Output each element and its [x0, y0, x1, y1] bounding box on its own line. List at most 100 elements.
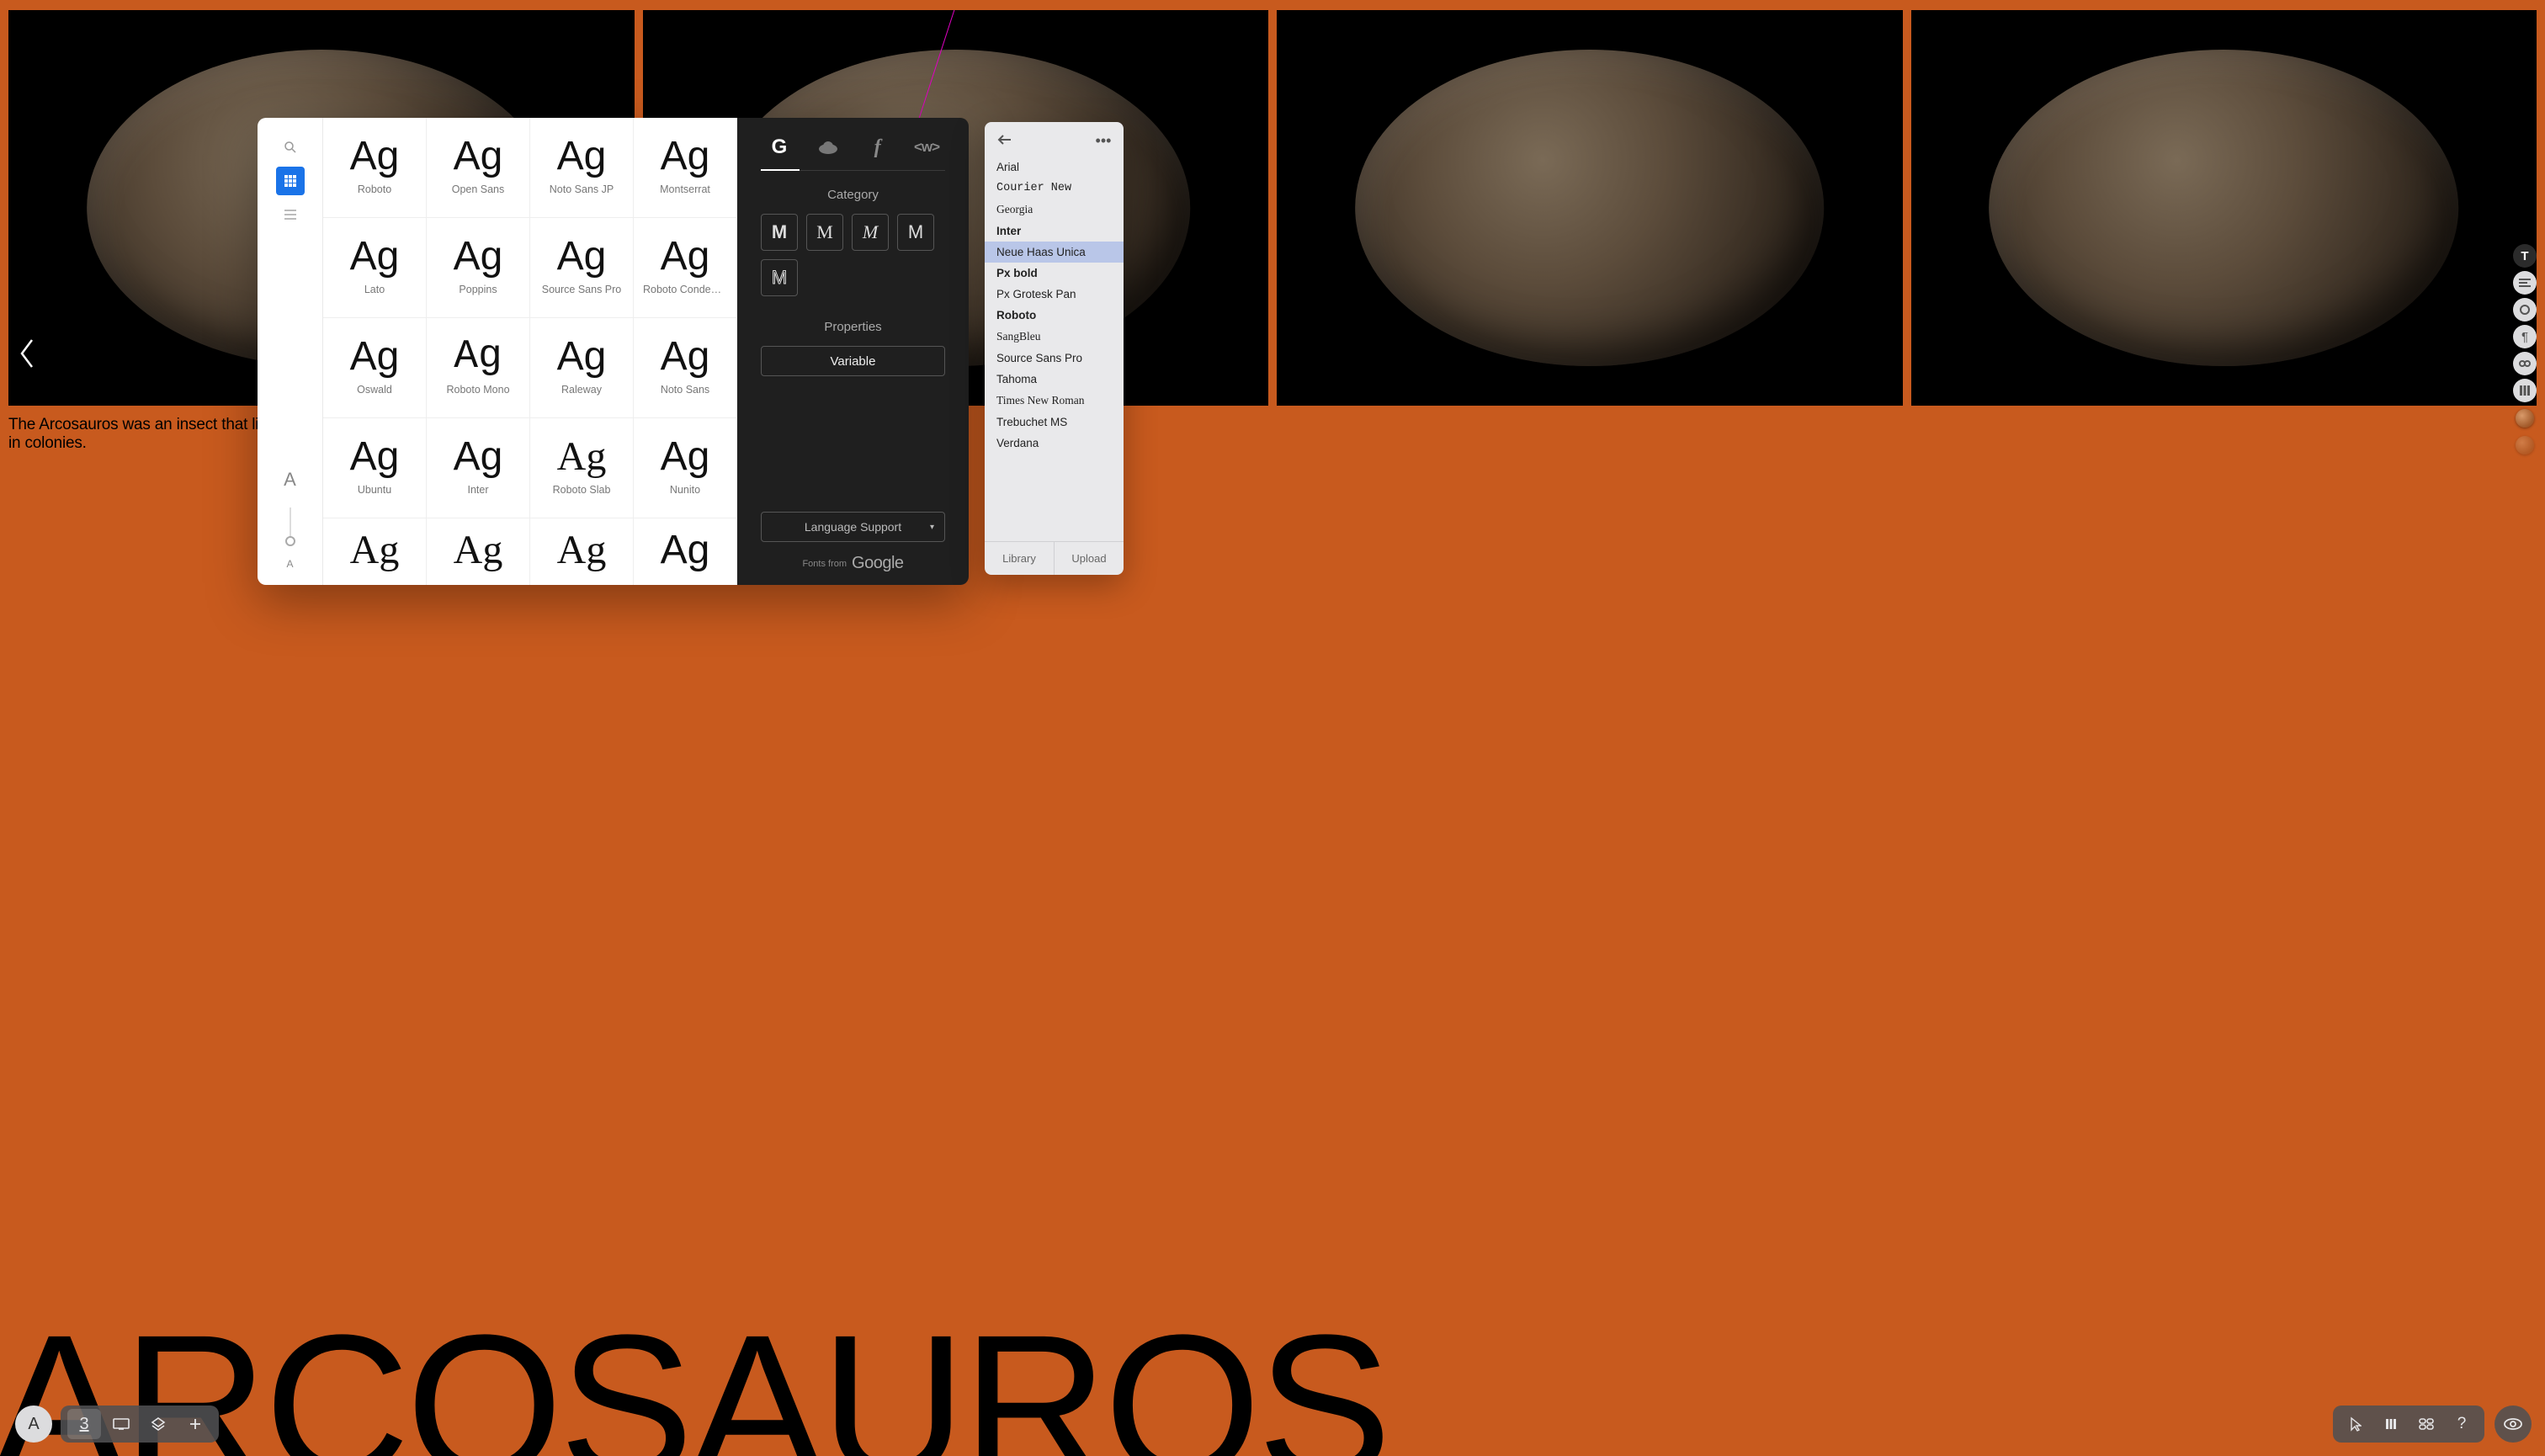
font-tile[interactable]: AgRoboto Slab — [530, 418, 634, 518]
font-name-label: Roboto Slab — [553, 484, 611, 496]
canvas-image-3[interactable] — [1277, 10, 1903, 406]
category-filter-button[interactable]: M — [897, 214, 934, 251]
add-button[interactable] — [178, 1409, 212, 1439]
font-sample: Ag — [661, 136, 710, 177]
font-list-item[interactable]: Courier New — [985, 178, 1124, 199]
font-grid-view-button[interactable] — [276, 167, 305, 195]
font-tile[interactable]: AgSource Sans Pro — [530, 218, 634, 318]
source-function-tab[interactable]: f — [859, 133, 896, 162]
font-sample: Ag — [557, 136, 607, 177]
font-list-item[interactable]: Neue Haas Unica — [985, 242, 1124, 263]
font-list-view-button[interactable] — [276, 200, 305, 229]
font-sample: Ag — [557, 337, 607, 377]
align-tool-button[interactable] — [2513, 271, 2537, 295]
font-sample: Ag — [350, 136, 400, 177]
columns-tool-button[interactable] — [2513, 379, 2537, 402]
font-tile[interactable]: AgPlayfair Display — [323, 518, 427, 585]
font-tile[interactable]: AgNoto Sans — [634, 318, 737, 418]
font-name-label: Inter — [467, 484, 488, 496]
font-list-item[interactable]: Verdana — [985, 433, 1124, 454]
page-indicator-button[interactable]: 3 — [67, 1409, 101, 1439]
font-tile[interactable]: AgNunito — [634, 418, 737, 518]
font-list-items: ArialCourier NewGeorgiaInterNeue Haas Un… — [985, 157, 1124, 541]
font-search-button[interactable] — [276, 133, 305, 162]
language-support-select[interactable]: Language Support — [761, 512, 945, 542]
text-mode-button[interactable]: A — [15, 1406, 52, 1443]
source-cloud-tab[interactable] — [810, 133, 847, 162]
cursor-tool-button[interactable] — [2340, 1409, 2372, 1439]
font-name-label: Ubuntu — [358, 484, 391, 496]
font-tile[interactable]: AgMontserrat — [634, 118, 737, 218]
text-tools-rail: T ¶ — [2513, 244, 2537, 456]
font-name-label: Open Sans — [452, 183, 505, 195]
font-list-item[interactable]: Inter — [985, 221, 1124, 242]
font-library-button[interactable]: Library — [985, 542, 1055, 575]
font-tile[interactable]: Ag Inter — [427, 418, 530, 518]
font-list-item[interactable]: Tahoma — [985, 369, 1124, 390]
br-columns-button[interactable] — [2375, 1409, 2407, 1439]
font-list-item[interactable]: Px Grotesk Pan — [985, 284, 1124, 305]
font-tile[interactable]: AgRoboto Condensed — [634, 218, 737, 318]
font-sample: Ag — [350, 236, 400, 277]
color-swatch-secondary[interactable] — [2516, 436, 2534, 454]
font-sample: Ag — [454, 337, 502, 377]
text-tool-button[interactable]: T — [2513, 244, 2537, 268]
font-tile[interactable]: AgRaleway — [530, 318, 634, 418]
preview-size-slider[interactable]: A A — [284, 469, 296, 585]
font-list-more-button[interactable]: ••• — [1093, 132, 1113, 150]
font-picker-browser: A A AgRobotoAgOpen SansAgNoto Sans JPAgM… — [258, 118, 737, 585]
font-tile[interactable]: AgPoppins — [427, 218, 530, 318]
font-list-item[interactable]: Source Sans Pro — [985, 348, 1124, 369]
font-name-label: Roboto — [358, 183, 391, 195]
font-tile[interactable]: AgNoto Sans JP — [530, 118, 634, 218]
category-filter-button[interactable]: M — [852, 214, 889, 251]
font-tile[interactable]: AgOswald — [323, 318, 427, 418]
variable-filter-button[interactable]: Variable — [761, 346, 945, 376]
paragraph-tool-button[interactable]: ¶ — [2513, 325, 2537, 348]
font-source-tabs: G f <w> — [761, 133, 945, 170]
components-button[interactable] — [2410, 1409, 2442, 1439]
font-tile[interactable]: AgMerriweather — [427, 518, 530, 585]
font-tile[interactable]: AgUbuntu — [323, 418, 427, 518]
font-list-item[interactable]: Arial — [985, 157, 1124, 178]
font-sample: Ag — [661, 337, 710, 377]
link-tool-button[interactable] — [2513, 352, 2537, 375]
font-tile[interactable]: AgLato — [323, 218, 427, 318]
layers-button[interactable] — [141, 1409, 175, 1439]
font-tile[interactable]: Ag Open Sans — [427, 118, 530, 218]
preview-button[interactable] — [2495, 1406, 2532, 1443]
size-large-icon: A — [284, 469, 296, 491]
color-swatch-primary[interactable] — [2516, 409, 2534, 428]
font-sample: Ag — [454, 530, 503, 571]
help-button[interactable]: ? — [2446, 1409, 2478, 1439]
device-preview-button[interactable] — [104, 1409, 138, 1439]
category-filter-button[interactable]: M — [761, 259, 798, 296]
font-sample: Ag — [454, 136, 503, 177]
font-list-item[interactable]: Georgia — [985, 199, 1124, 221]
font-list-item[interactable]: Times New Roman — [985, 390, 1124, 412]
image-caption[interactable]: The Arcosauros was an insect that lived … — [8, 416, 286, 453]
font-sample: Ag — [454, 437, 503, 477]
bottom-left-toolbar: A 3 — [15, 1406, 219, 1443]
font-tile[interactable]: AgRoboto Mono — [427, 318, 530, 418]
shape-tool-button[interactable] — [2513, 298, 2537, 321]
font-family-dropdown: ••• ArialCourier NewGeorgiaInterNeue Haa… — [985, 122, 1124, 575]
font-list-item[interactable]: SangBleu — [985, 326, 1124, 348]
font-list-item[interactable]: Trebuchet MS — [985, 412, 1124, 433]
font-list-back-button[interactable] — [995, 132, 1015, 150]
font-grid: Ag Roboto Ag Open Sans AgNoto Sans JPAgMonts… — [323, 118, 737, 585]
font-name-label: Poppins — [459, 284, 497, 295]
font-list-item[interactable]: Roboto — [985, 305, 1124, 326]
carousel-prev-button[interactable] — [17, 337, 42, 379]
font-list-item[interactable]: Px bold — [985, 263, 1124, 284]
canvas-image-4[interactable] — [1911, 10, 2537, 406]
font-tile[interactable]: Ag Roboto — [323, 118, 427, 218]
bottom-right-toolbar: ? — [2333, 1406, 2532, 1443]
font-tile[interactable]: AgPT Serif — [530, 518, 634, 585]
category-filter-button[interactable]: M — [761, 214, 798, 251]
category-filter-button[interactable]: M — [806, 214, 843, 251]
font-upload-button[interactable]: Upload — [1055, 542, 1124, 575]
source-google-tab[interactable]: G — [761, 133, 798, 162]
font-tile[interactable]: AgRubik — [634, 518, 737, 585]
source-web-tab[interactable]: <w> — [908, 133, 945, 162]
